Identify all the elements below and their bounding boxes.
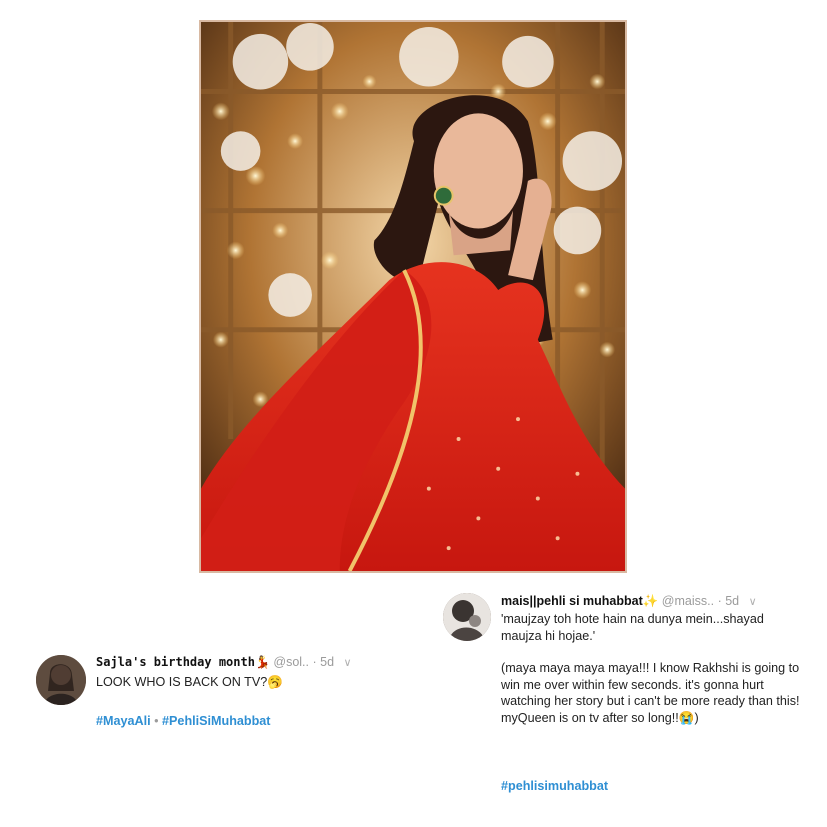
tweet-text: LOOK WHO IS BACK ON TV?🥱 bbox=[96, 675, 283, 689]
handle[interactable]: @maiss.. bbox=[662, 594, 714, 608]
hashtag-separator: • bbox=[150, 714, 163, 728]
display-name[interactable]: Sajla's birthday month💃 bbox=[96, 655, 270, 669]
avatar[interactable] bbox=[36, 655, 86, 705]
avatar[interactable] bbox=[443, 593, 491, 641]
tweet-photo[interactable] bbox=[199, 20, 627, 573]
display-name[interactable]: mais||pehli si muhabbat✨ bbox=[501, 594, 658, 608]
timestamp: · 5d bbox=[312, 655, 335, 669]
timestamp: · 5d bbox=[717, 594, 740, 608]
hashtag-link[interactable]: #PehliSiMuhabbat bbox=[162, 714, 270, 728]
avatar-image bbox=[36, 655, 86, 705]
hashtag-link[interactable]: #MayaAli bbox=[96, 714, 151, 728]
photo-woman-red-dress bbox=[201, 22, 625, 571]
chevron-down-icon[interactable]: ∨ bbox=[749, 596, 757, 608]
tweet-paragraph: (maya maya maya maya!!! I know Rakhshi i… bbox=[501, 661, 800, 725]
hashtag-row: #pehlisimuhabbat bbox=[501, 779, 608, 793]
chevron-down-icon[interactable]: ∨ bbox=[344, 657, 352, 669]
handle[interactable]: @sol.. bbox=[273, 655, 309, 669]
tweet-text: 'maujzay toh hote hain na dunya mein...s… bbox=[501, 611, 801, 742]
hashtag-link[interactable]: #pehlisimuhabbat bbox=[501, 779, 608, 793]
tweet-header: mais||pehli si muhabbat✨ @maiss.. · 5d ∨ bbox=[501, 594, 757, 609]
tweet-header: Sajla's birthday month💃 @sol.. · 5d ∨ bbox=[96, 655, 352, 669]
avatar-image bbox=[443, 593, 491, 641]
hashtag-row: #MayaAli • #PehliSiMuhabbat bbox=[96, 714, 271, 728]
tweet-paragraph: 'maujzay toh hote hain na dunya mein...s… bbox=[501, 612, 764, 643]
